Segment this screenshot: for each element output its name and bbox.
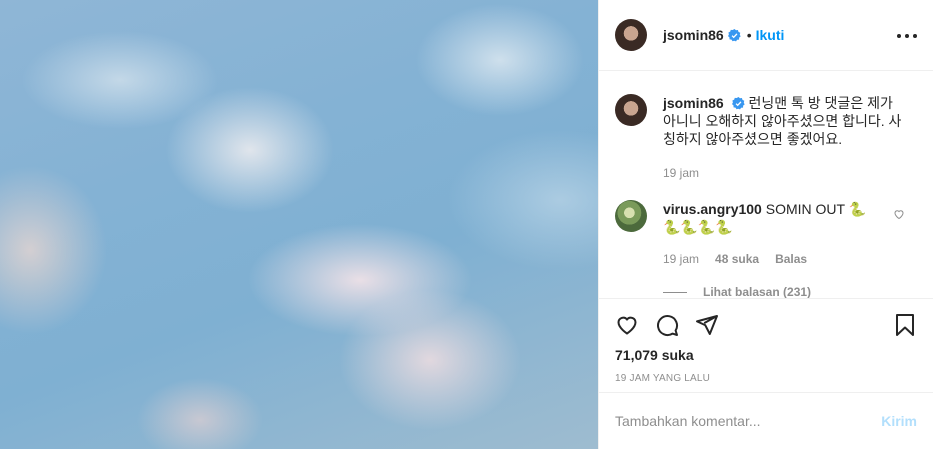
caption-username[interactable]: jsomin86 xyxy=(663,95,724,111)
comment-icon[interactable] xyxy=(655,313,679,337)
likes-count[interactable]: 71,079 suka xyxy=(615,347,694,363)
view-replies-button[interactable]: Lihat balasan (231) xyxy=(663,285,811,298)
posted-time[interactable]: 19 JAM YANG LALU xyxy=(615,373,710,384)
comment-username[interactable]: virus.angry100 xyxy=(663,201,762,217)
comment-text-block: virus.angry100 SOMIN OUT 🐍 🐍🐍🐍🐍 xyxy=(663,200,903,236)
heart-icon[interactable] xyxy=(615,313,639,337)
caption-body: jsomin86 런닝맨 톡 방 댓글은 제가 아니니 오해하지 않아주셨으면 … xyxy=(663,94,903,182)
replies-line xyxy=(663,291,687,293)
comment-emoji-line: 🐍🐍🐍🐍 xyxy=(663,219,733,235)
comment-like-heart-icon[interactable] xyxy=(893,208,905,220)
caption-meta: 19 jam xyxy=(663,164,903,182)
comment-time[interactable]: 19 jam xyxy=(663,250,699,268)
add-comment-bar: Kirim xyxy=(599,392,933,449)
comment-item: virus.angry100 SOMIN OUT 🐍 🐍🐍🐍🐍 19 jam 4… xyxy=(615,200,903,268)
comments-list[interactable]: jsomin86 런닝맨 톡 방 댓글은 제가 아니니 오해하지 않아주셨으면 … xyxy=(599,72,933,298)
author-info: jsomin86 • Ikuti xyxy=(663,27,784,43)
comment-body: virus.angry100 SOMIN OUT 🐍 🐍🐍🐍🐍 19 jam 4… xyxy=(663,200,903,268)
verified-badge-icon xyxy=(731,97,745,110)
bookmark-icon[interactable] xyxy=(893,313,917,337)
share-icon[interactable] xyxy=(695,313,719,337)
comment-input[interactable] xyxy=(615,413,882,429)
separator-dot: • xyxy=(746,27,752,43)
follow-button[interactable]: Ikuti xyxy=(756,27,785,43)
post-header: jsomin86 • Ikuti xyxy=(599,0,933,71)
comment-text: SOMIN OUT 🐍 xyxy=(765,201,867,217)
author-avatar[interactable] xyxy=(615,19,647,51)
post-photo[interactable] xyxy=(0,0,598,449)
caption: jsomin86 런닝맨 톡 방 댓글은 제가 아니니 오해하지 않아주셨으면 … xyxy=(615,94,903,182)
author-username[interactable]: jsomin86 xyxy=(663,27,724,43)
reply-button[interactable]: Balas xyxy=(775,250,807,268)
comment-meta: 19 jam 48 suka Balas xyxy=(663,250,903,268)
action-icons xyxy=(615,313,917,337)
comment-avatar[interactable] xyxy=(615,200,647,232)
verified-badge-icon xyxy=(727,28,741,41)
post-side-panel: jsomin86 • Ikuti jsomin86 런닝맨 톡 방 댓글은 제가… xyxy=(599,0,933,449)
caption-text-block: jsomin86 런닝맨 톡 방 댓글은 제가 아니니 오해하지 않아주셨으면 … xyxy=(663,94,903,148)
view-replies-label: Lihat balasan (231) xyxy=(703,285,812,298)
caption-avatar[interactable] xyxy=(615,94,647,126)
comment-likes[interactable]: 48 suka xyxy=(715,250,759,268)
more-options-icon[interactable] xyxy=(897,26,917,46)
post-comment-button[interactable]: Kirim xyxy=(881,413,917,429)
caption-time[interactable]: 19 jam xyxy=(663,164,699,182)
